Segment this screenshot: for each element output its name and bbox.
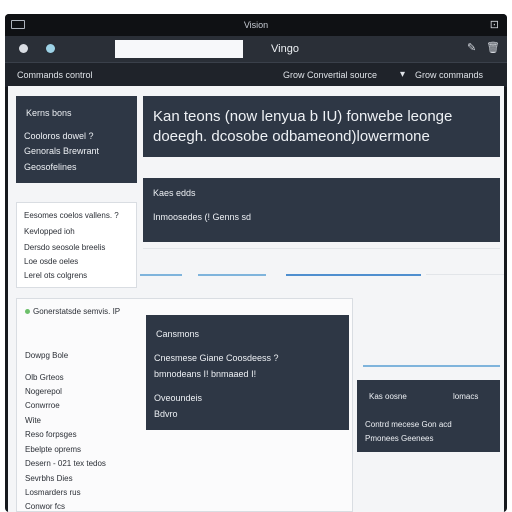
panel-meta: lomacs	[453, 392, 479, 401]
header-line: Kan teons (now lenyua b IU) fonwebe leon…	[153, 108, 453, 125]
menu-item-commands[interactable]: Commands control	[17, 70, 93, 80]
close-icon[interactable]: ⊡	[490, 18, 499, 31]
list-item: Kevlopped ioh	[24, 227, 75, 236]
list-item[interactable]: Geosofelines	[24, 162, 77, 172]
left-mid-panel: Eesomes coelos vallens. ? Kevlopped ioh …	[16, 202, 137, 288]
main-header-panel: Kan teons (now lenyua b IU) fonwebe leon…	[143, 96, 500, 157]
panel-heading: Kerns bons	[26, 108, 72, 118]
left-top-panel: Kerns bons Cooloros dowel ? Genorals Bre…	[16, 96, 137, 183]
title-bar: Vision ⊡	[5, 14, 507, 36]
commands-row: Cnesmese Giane Coosdeess ?	[154, 353, 279, 363]
commands-row: Oveoundeis	[154, 393, 203, 403]
pen-icon[interactable]: ✎	[467, 41, 476, 54]
menu-item-grow[interactable]: Grow commands	[415, 70, 483, 80]
list-item[interactable]: Conwrroe	[25, 401, 60, 410]
section-label: Dowpg Bole	[25, 351, 69, 360]
section-title: Gonerstatsde semvis. IP	[33, 307, 121, 316]
list-item[interactable]: Desern - 021 tex tedos	[25, 459, 106, 468]
panel-line: Contrd mecese Gon acd	[365, 420, 452, 429]
list-item[interactable]: Sevrbhs Dies	[25, 474, 73, 483]
divider	[426, 274, 504, 275]
search-input[interactable]	[115, 40, 243, 58]
commands-row: bmnodeans I! bnmaaed I!	[154, 369, 257, 379]
list-item[interactable]: Genorals Brewrant	[24, 146, 99, 156]
divider	[140, 274, 182, 276]
panel-title: Cansmons	[156, 329, 200, 339]
app-window: Vision ⊡ Vingo ✎ 🗑 Commands control Grow…	[5, 14, 507, 512]
list-item[interactable]: Nogerepol	[25, 387, 62, 396]
app-label: Vingo	[271, 43, 299, 55]
list-item: Dersdo seosole breelis	[24, 243, 106, 252]
divider	[363, 365, 500, 367]
list-item[interactable]: Ebelpte oprems	[25, 445, 81, 454]
menu-item-source[interactable]: Grow Convertial source	[283, 70, 377, 80]
status-dot-icon	[25, 309, 30, 314]
window-title: Vision	[243, 20, 269, 30]
commands-row: Bdvro	[154, 409, 178, 419]
toolbar: Vingo ✎ 🗑	[5, 36, 507, 62]
list-item[interactable]: Cooloros dowel ?	[24, 131, 94, 141]
commands-panel: Cansmons Cnesmese Giane Coosdeess ? bmno…	[146, 315, 349, 430]
circle-icon[interactable]	[46, 44, 55, 53]
header-line: doeegh. dcosobe odbameond)lowermone	[153, 128, 430, 145]
chevron-down-icon[interactable]: ▾	[400, 69, 405, 80]
list-item: Lerel ots colgrens	[24, 271, 88, 280]
info-panel: Kaes edds Inmoosedes (! Genns sd	[143, 178, 500, 242]
list-item: Eesomes coelos vallens. ?	[24, 211, 119, 220]
divider	[198, 274, 266, 276]
panel-title: Kas oosne	[369, 392, 407, 401]
trash-icon[interactable]: 🗑	[486, 41, 500, 54]
list-item[interactable]: Losmarders rus	[25, 488, 81, 497]
list-item: Loe osde oeles	[24, 257, 79, 266]
list-item[interactable]: Conwor fcs	[25, 502, 65, 511]
divider	[143, 248, 500, 249]
menu-bar: Commands control Grow Convertial source …	[5, 62, 507, 87]
list-item[interactable]: Wite	[25, 416, 41, 425]
small-panel: Kas oosne lomacs Contrd mecese Gon acd P…	[357, 380, 500, 452]
workspace: Kerns bons Cooloros dowel ? Genorals Bre…	[8, 86, 504, 512]
info-title: Kaes edds	[153, 188, 196, 198]
circle-icon[interactable]	[19, 44, 28, 53]
list-item[interactable]: Reso forpsges	[25, 430, 77, 439]
info-line: Inmoosedes (! Genns sd	[153, 212, 252, 222]
list-item[interactable]: Olb Grteos	[25, 373, 64, 382]
progress-line	[286, 274, 421, 276]
panel-line: Pmonees Geenees	[365, 434, 434, 443]
